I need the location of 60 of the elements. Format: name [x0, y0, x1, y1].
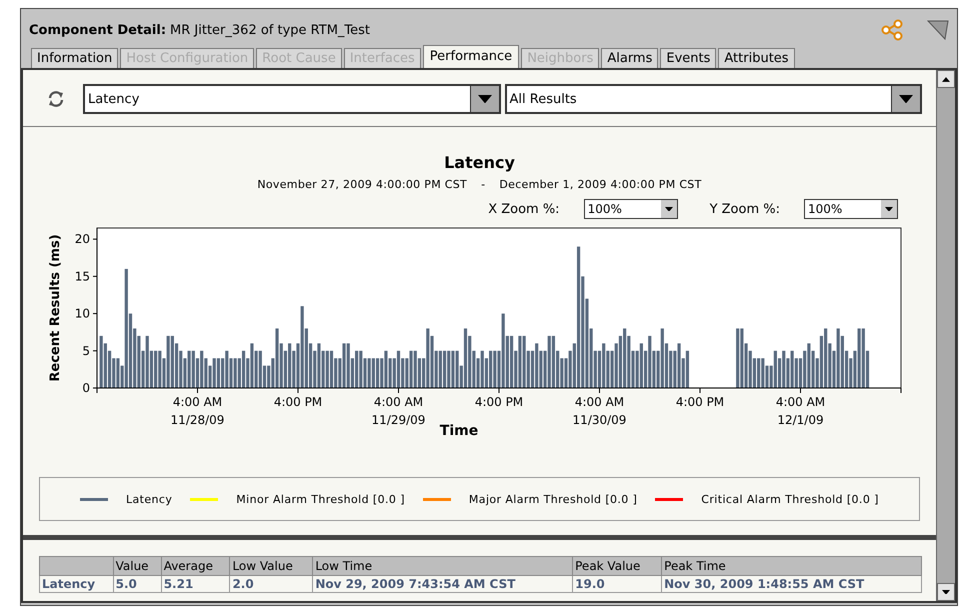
- x-tick-label: 4:00 PM: [474, 395, 524, 409]
- tab[interactable]: Events: [660, 48, 716, 68]
- tab[interactable]: Alarms: [601, 48, 658, 68]
- table-cell: 19.0: [572, 576, 662, 592]
- legend-label: Critical Alarm Threshold [0.0 ]: [701, 492, 879, 506]
- scroll-down-button[interactable]: [937, 583, 955, 601]
- column-header: Low Time: [312, 556, 573, 576]
- column-header: Average: [161, 556, 230, 576]
- table-cell: Latency: [40, 576, 114, 592]
- scroll-up-button[interactable]: [937, 70, 955, 88]
- share-icon[interactable]: [881, 19, 903, 41]
- metric-dropdown[interactable]: Latency: [83, 84, 500, 114]
- y-tick-label: 20: [74, 232, 90, 246]
- chart-title: Latency: [444, 153, 515, 172]
- y-tick-label: 0: [82, 381, 90, 395]
- x-zoom-dropdown[interactable]: 100%: [584, 199, 678, 219]
- y-axis-title: Recent Results (ms): [48, 234, 63, 382]
- refresh-icon[interactable]: [47, 90, 65, 108]
- column-header: Peak Time: [662, 556, 922, 576]
- tab[interactable]: Attributes: [718, 48, 795, 68]
- y-tick-label: 5: [82, 344, 90, 358]
- table-cell: 5.21: [161, 576, 230, 592]
- table-cell: 2.0: [230, 576, 313, 592]
- window-title: MR Jitter_362 of type RTM_Test: [170, 22, 372, 38]
- x-tick-label: 4:00 AM 11/30/09: [572, 395, 626, 427]
- column-header: Value: [113, 556, 162, 576]
- x-tick-label: 4:00 PM: [676, 395, 724, 409]
- results-dropdown[interactable]: All Results: [504, 84, 922, 114]
- legend-label: Major Alarm Threshold [0.0 ]: [468, 492, 638, 506]
- vertical-scrollbar[interactable]: [936, 70, 955, 601]
- y-tick-label: 10: [74, 306, 90, 321]
- y-zoom-dropdown[interactable]: 100%: [804, 199, 898, 219]
- x-tick-label: 4:00 PM: [274, 395, 322, 409]
- y-tick-label: 15: [74, 269, 90, 284]
- x-tick-label: 4:00 AM 11/28/09: [170, 395, 224, 427]
- collapse-triangle-icon[interactable]: [927, 19, 949, 41]
- caret-icon: [478, 94, 492, 104]
- y-zoom-label: Y Zoom %:: [710, 202, 780, 216]
- start-date: November 27, 2009 4:00:00 PM CST: [257, 178, 468, 191]
- column-header: Peak Value: [572, 556, 662, 576]
- end-date: December 1, 2009 4:00:00 PM CST: [499, 178, 702, 191]
- table-cell: Nov 30, 2009 1:48:55 AM CST: [662, 576, 922, 592]
- x-zoom-label: X Zoom %:: [488, 202, 560, 216]
- legend-label: Latency: [126, 492, 172, 506]
- table-cell: 5.0: [113, 576, 162, 592]
- window-title-label: Component Detail:: [29, 22, 166, 38]
- legend-label: Minor Alarm Threshold [0.0 ]: [236, 492, 405, 506]
- tab[interactable]: Performance: [422, 45, 520, 68]
- caret-icon: [885, 206, 893, 212]
- caret-icon: [942, 590, 950, 594]
- column-header: Low Value: [230, 556, 313, 576]
- x-tick-label: 4:00 AM 12/1/09: [776, 395, 826, 427]
- up-arrow-icon: [942, 76, 950, 82]
- date-separator: -: [481, 178, 486, 191]
- table-cell: Nov 29, 2009 7:43:54 AM CST: [312, 576, 573, 592]
- x-axis-title: Time: [440, 423, 478, 439]
- tab[interactable]: Information: [31, 48, 118, 68]
- caret-icon: [664, 206, 673, 212]
- caret-icon: [899, 94, 913, 104]
- x-tick-label: 4:00 AM 11/29/09: [372, 395, 426, 427]
